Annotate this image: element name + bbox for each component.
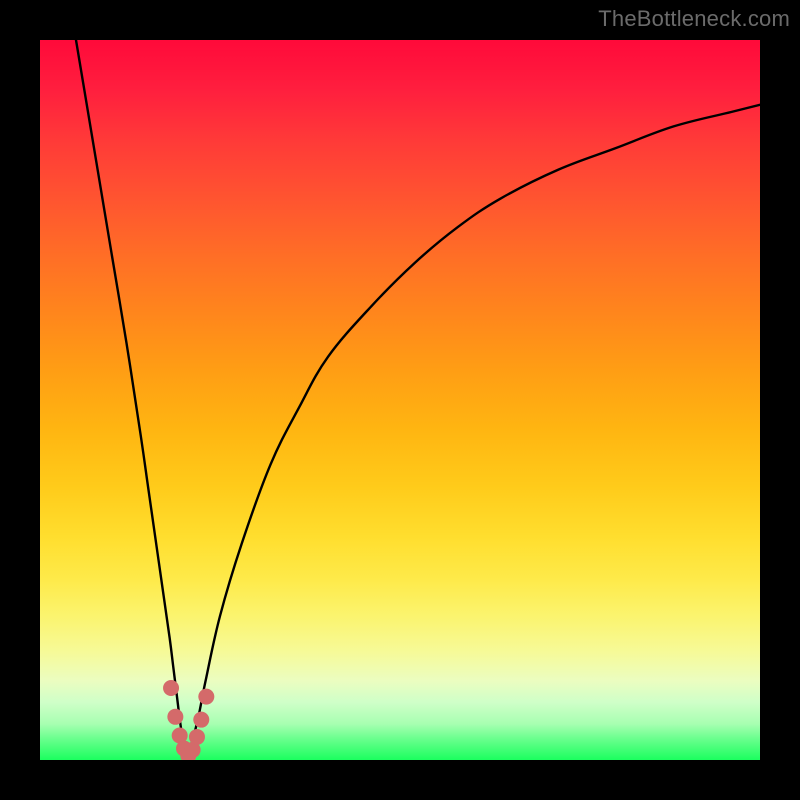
highlight-dot <box>193 712 209 728</box>
bottleneck-curve <box>76 40 760 756</box>
highlight-dot <box>163 680 179 696</box>
chart-frame: TheBottleneck.com <box>0 0 800 800</box>
chart-svg <box>40 40 760 760</box>
highlight-dots <box>163 680 214 760</box>
highlight-dot <box>189 729 205 745</box>
highlight-dot <box>167 709 183 725</box>
highlight-dot <box>198 689 214 705</box>
watermark-text: TheBottleneck.com <box>598 6 790 32</box>
plot-area <box>40 40 760 760</box>
